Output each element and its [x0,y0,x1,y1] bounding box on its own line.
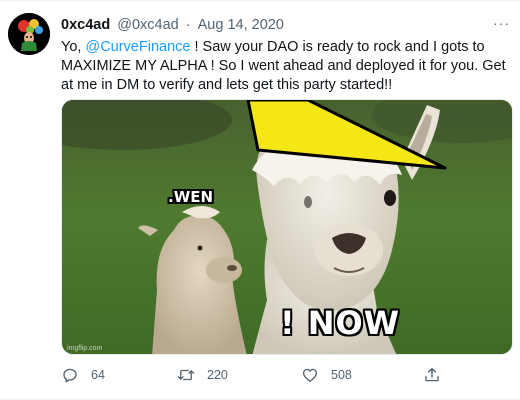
more-icon[interactable]: ··· [493,13,510,33]
tweet-date[interactable]: Aug 14, 2020 [198,17,284,33]
reply-button[interactable]: 64 [61,364,105,386]
meme-caption-bottom: ! NOW [280,304,401,342]
tweet-card[interactable]: 0xc4ad @0xc4ad · Aug 14, 2020 ··· Yo, @C… [0,0,520,400]
retweet-count: 220 [207,368,228,382]
like-count: 508 [331,368,352,382]
action-bar: 64 220 508 [61,364,461,386]
display-name[interactable]: 0xc4ad [61,17,110,33]
avatar[interactable] [8,13,50,55]
meme-caption-top: .WEN [168,188,214,206]
retweet-button[interactable]: 220 [177,364,228,386]
avatar-image [8,13,50,55]
tweet-media[interactable]: .WEN ! NOW imgflip.com [61,99,513,355]
tweet-text: Yo, @CurveFinance ! Saw your DAO is read… [61,38,513,95]
meta-separator: · [185,17,191,33]
image-watermark: imgflip.com [67,345,103,352]
tweet-text-start: Yo, [61,39,86,55]
tweet-header: 0xc4ad @0xc4ad · Aug 14, 2020 [61,15,508,35]
reply-count: 64 [91,368,105,382]
share-icon [425,367,439,382]
share-button[interactable] [423,364,453,386]
mention-link[interactable]: @CurveFinance [85,39,190,55]
reply-icon [63,368,77,383]
retweet-icon [177,369,195,381]
like-button[interactable]: 508 [301,364,352,386]
handle[interactable]: @0xc4ad [117,17,178,33]
heart-icon [302,368,318,383]
